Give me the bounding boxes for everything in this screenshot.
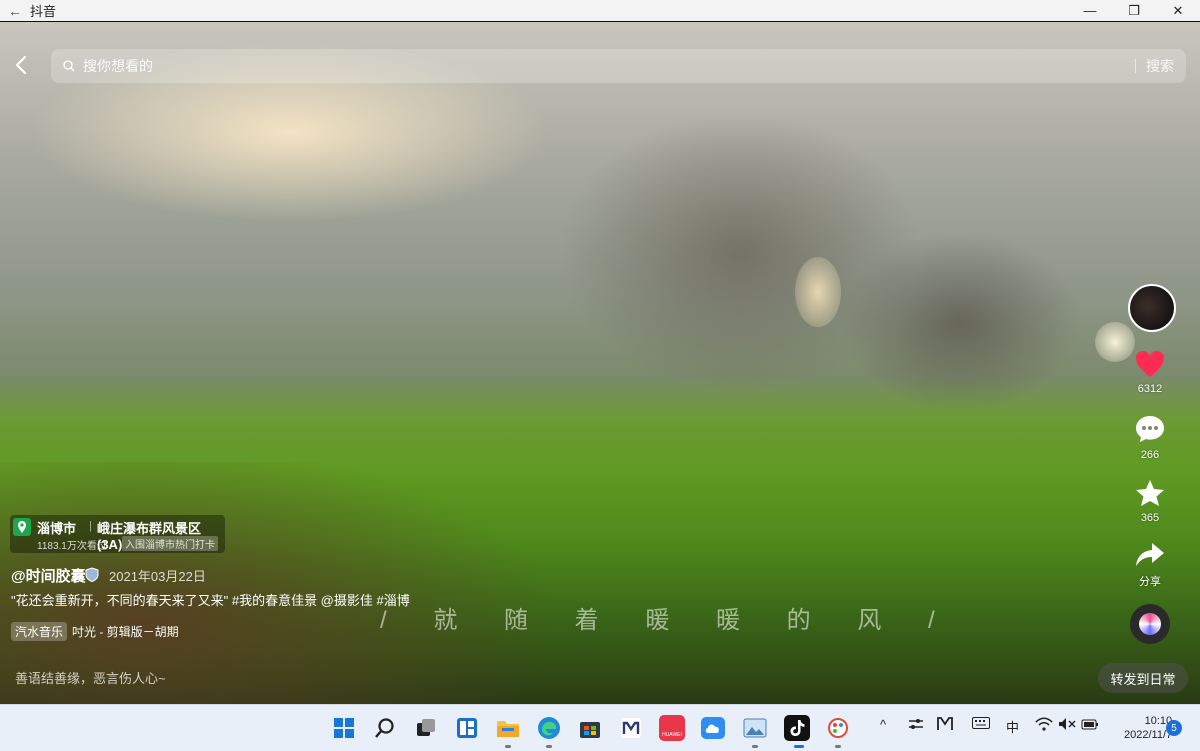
running-indicator	[835, 745, 841, 748]
window-title: 抖音	[30, 4, 57, 19]
location-city: 淄博市	[37, 521, 77, 536]
huawei-label: HUAWEI	[662, 732, 682, 738]
search-icon[interactable]	[372, 715, 398, 741]
running-indicator	[546, 745, 552, 748]
clock-time: 10:10	[1144, 715, 1173, 727]
comment-button[interactable]: 266	[1110, 414, 1190, 461]
douyin-icon[interactable]	[784, 715, 810, 741]
location-pin-icon	[13, 518, 31, 536]
notification-badge[interactable]: 5	[1166, 720, 1182, 736]
store-icon[interactable]	[577, 715, 603, 741]
taskbar: HUAWEI ^ 中 10:10 2022/11/7 5	[0, 704, 1200, 751]
volume-mute-icon[interactable]	[1058, 717, 1076, 734]
edge-icon[interactable]	[536, 715, 562, 741]
share-label: 分享	[1139, 576, 1161, 588]
search-input[interactable]	[81, 57, 1135, 75]
author-avatar[interactable]	[1128, 284, 1176, 332]
tray-app-m-icon[interactable]	[937, 717, 953, 734]
photos-icon[interactable]	[742, 715, 768, 741]
tray-settings-icon[interactable]	[908, 717, 924, 734]
minimize-button[interactable]: —	[1068, 0, 1112, 21]
comment-icon	[1136, 416, 1164, 442]
ime-indicator[interactable]: 中	[1006, 717, 1019, 736]
system-clock[interactable]: 10:10 2022/11/7	[1124, 714, 1172, 742]
tray-chevron-icon[interactable]: ^	[880, 717, 886, 732]
share-button[interactable]: 分享	[1110, 542, 1190, 589]
wifi-icon[interactable]	[1035, 717, 1053, 734]
app-m-icon[interactable]	[618, 715, 644, 741]
window-back-icon[interactable]: ←	[0, 3, 30, 19]
back-chevron-icon[interactable]	[14, 55, 34, 77]
video-caption: "花还会重新开，不同的春天来了又来" #我的春意佳景 @摄影佳 #淄博	[11, 593, 410, 608]
search-divider	[1135, 59, 1136, 73]
window-titlebar: ← 抖音 — ❐ ✕	[0, 0, 1200, 22]
cloud-icon[interactable]	[700, 715, 726, 741]
favorite-button[interactable]: 365	[1110, 479, 1190, 524]
star-icon	[1136, 480, 1164, 506]
like-count: 6312	[1137, 383, 1163, 395]
comment-count: 266	[1140, 449, 1160, 461]
verified-shield-icon	[85, 567, 99, 585]
favorite-count: 365	[1140, 512, 1160, 524]
widgets-icon[interactable]	[454, 715, 480, 741]
location-rank-badge: 入围淄博市热门打卡	[122, 536, 218, 551]
running-indicator	[505, 745, 511, 748]
search-bar[interactable]: 搜索	[51, 49, 1186, 83]
running-indicator	[752, 745, 758, 748]
paint-icon[interactable]	[825, 715, 851, 741]
music-title[interactable]: 吋光 - 剪辑版－胡期	[72, 623, 179, 640]
close-button[interactable]: ✕	[1156, 0, 1200, 21]
huawei-appgallery-icon[interactable]: HUAWEI	[659, 715, 685, 741]
location-separator: |	[89, 520, 92, 532]
forward-to-daily-button[interactable]: 转发到日常	[1098, 663, 1188, 693]
location-views: 1183.1万次看过	[37, 541, 107, 552]
post-date: 2021年03月22日	[109, 569, 206, 584]
task-view-icon[interactable]	[413, 715, 439, 741]
video-light-bokeh	[795, 257, 841, 327]
comment-input-hint[interactable]: 善语结善缘，恶言伤人心~	[15, 668, 166, 687]
keyboard-icon[interactable]	[972, 717, 990, 732]
active-indicator	[794, 745, 804, 748]
battery-icon[interactable]	[1081, 717, 1099, 734]
share-arrow-icon	[1136, 543, 1164, 566]
music-disc-icon[interactable]	[1130, 604, 1170, 644]
location-card[interactable]: 淄博市 | 峨庄瀑布群风景区(3A) 1183.1万次看过 入围淄博市热门打卡	[10, 515, 225, 553]
search-button[interactable]: 搜索	[1146, 56, 1174, 76]
clock-date: 2022/11/7	[1124, 729, 1173, 741]
like-button[interactable]: 6312	[1110, 350, 1190, 395]
music-source-badge[interactable]: 汽水音乐	[11, 622, 68, 641]
restore-button[interactable]: ❐	[1112, 0, 1156, 21]
search-icon	[63, 60, 75, 72]
author-name[interactable]: @时间胶囊	[11, 565, 86, 586]
file-explorer-icon[interactable]	[495, 715, 521, 741]
lyric-subtitle: / 就 随 着 暖 暖 的 风 /	[380, 607, 955, 634]
heart-icon	[1136, 351, 1164, 377]
windows-start-icon[interactable]	[331, 715, 357, 741]
